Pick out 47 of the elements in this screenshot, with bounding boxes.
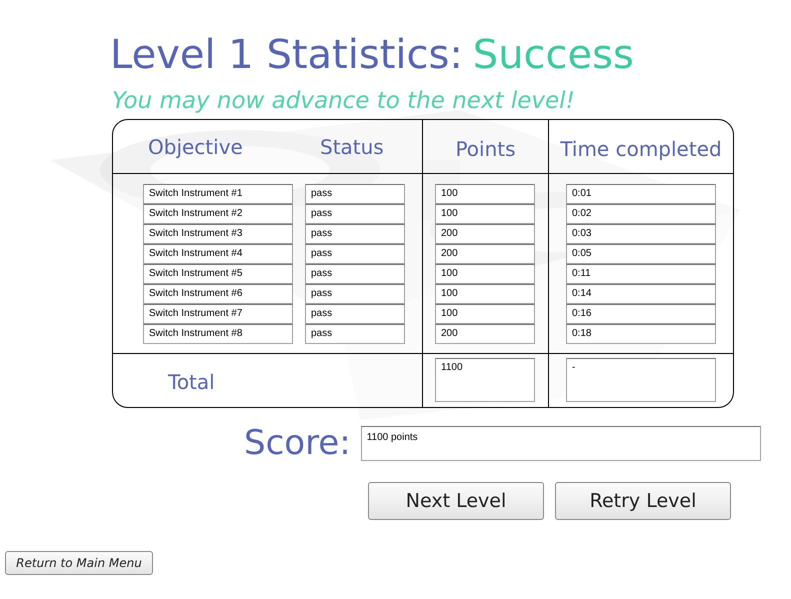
time-field: 0:01 xyxy=(566,184,716,204)
status-field: pass xyxy=(305,204,405,224)
stats-title: Level 1 Statistics: xyxy=(110,31,463,80)
objective-field: Switch Instrument #5 xyxy=(143,264,293,284)
time-field: 0:14 xyxy=(566,284,716,304)
main-menu-button[interactable]: Return to Main Menu xyxy=(5,551,153,575)
time-field: 0:03 xyxy=(566,224,716,244)
status-field: pass xyxy=(305,304,405,324)
time-field: 0:18 xyxy=(566,324,716,344)
total-label: Total xyxy=(168,368,215,396)
objective-field: Switch Instrument #1 xyxy=(143,184,293,204)
status-field: pass xyxy=(305,324,405,344)
result-text: Success xyxy=(472,31,634,80)
objective-field: Switch Instrument #6 xyxy=(143,284,293,304)
status-field: pass xyxy=(305,224,405,244)
objective-field: Switch Instrument #8 xyxy=(143,324,293,344)
level-button[interactable]: Next Level xyxy=(368,482,544,520)
column-header: Points xyxy=(455,136,516,162)
column-header: Objective xyxy=(148,134,244,160)
objective-field: Switch Instrument #2 xyxy=(143,204,293,224)
objective-field: Switch Instrument #7 xyxy=(143,304,293,324)
column-header: Time completed xyxy=(560,136,722,162)
points-field: 200 xyxy=(435,244,535,264)
objective-field: Switch Instrument #4 xyxy=(143,244,293,264)
points-field: 100 xyxy=(435,284,535,304)
time-field: 0:16 xyxy=(566,304,716,324)
points-field: 100 xyxy=(435,204,535,224)
subtitle: You may now advance to the next level! xyxy=(112,88,575,114)
status-field: pass xyxy=(305,184,405,204)
objective-field: Switch Instrument #3 xyxy=(143,224,293,244)
status-field: pass xyxy=(305,284,405,304)
points-field: 100 xyxy=(435,184,535,204)
total-time-field: - xyxy=(566,358,716,402)
points-field: 100 xyxy=(435,264,535,284)
points-field: 200 xyxy=(435,324,535,344)
column-header: Status xyxy=(320,134,384,160)
status-field: pass xyxy=(305,264,405,284)
points-field: 100 xyxy=(435,304,535,324)
time-field: 0:11 xyxy=(566,264,716,284)
score-field: 1100 points xyxy=(360,426,761,460)
time-field: 0:05 xyxy=(566,244,716,264)
level-button[interactable]: Retry Level xyxy=(555,482,731,520)
points-field: 200 xyxy=(435,224,535,244)
status-field: pass xyxy=(305,244,405,264)
total-points-field: 1100 xyxy=(435,358,535,402)
time-field: 0:02 xyxy=(566,204,716,224)
score-label: Score: xyxy=(244,423,351,463)
